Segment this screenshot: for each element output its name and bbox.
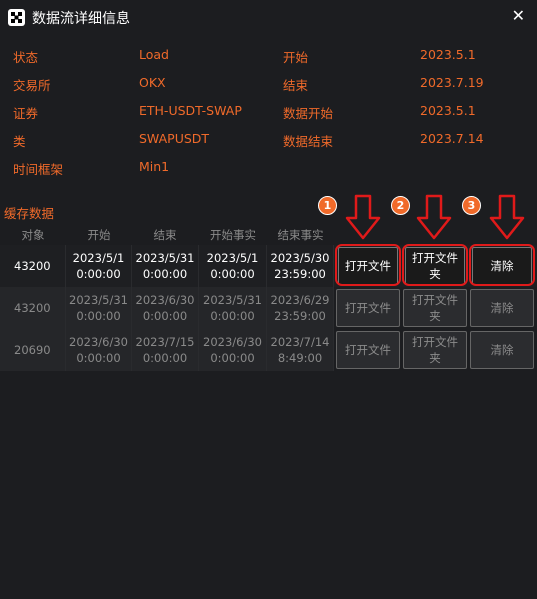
clear-button[interactable]: 清除: [470, 331, 534, 369]
column-header-end: 结束: [153, 228, 177, 242]
cell-start-fact: 2023/5/31 0:00:00: [199, 287, 267, 329]
open-file-button[interactable]: 打开文件: [338, 247, 398, 285]
table-row[interactable]: 43200 2023/5/1 0:00:00 2023/5/31 0:00:00…: [0, 245, 537, 287]
cell-end-fact: 2023/5/30 23:59:00: [267, 245, 334, 287]
end-value: 2023.7.19: [420, 75, 484, 90]
data-end-label: 数据结束: [283, 134, 334, 149]
column-header-start-fact: 开始事实: [210, 228, 256, 242]
open-folder-button[interactable]: 打开文件夹: [403, 289, 467, 327]
cell-start-fact: 2023/5/1 0:00:00: [199, 245, 267, 287]
title-bar: 数据流详细信息 ✕: [0, 0, 537, 34]
app-logo-icon: [8, 9, 25, 26]
column-header-end-fact: 结束事实: [277, 228, 324, 242]
data-end-value: 2023.7.14: [420, 131, 484, 146]
status-label: 状态: [13, 50, 39, 65]
window-title: 数据流详细信息: [32, 11, 130, 27]
cell-start-fact: 2023/6/30 0:00:00: [199, 329, 267, 371]
timeframe-label: 时间框架: [13, 162, 64, 177]
cell-end: 2023/5/31 0:00:00: [132, 245, 199, 287]
down-arrow-icon: [345, 194, 381, 240]
status-value: Load: [139, 47, 169, 62]
start-label: 开始: [283, 50, 309, 65]
step-badge-2: 2: [391, 196, 410, 215]
class-value: SWAPUSDT: [139, 131, 210, 146]
cell-end: 2023/6/30 0:00:00: [132, 287, 199, 329]
close-icon[interactable]: ✕: [512, 6, 525, 25]
cell-start: 2023/5/31 0:00:00: [66, 287, 132, 329]
open-file-button[interactable]: 打开文件: [336, 331, 400, 369]
security-value: ETH-USDT-SWAP: [139, 103, 242, 118]
exchange-value: OKX: [139, 75, 166, 90]
cell-end-fact: 2023/6/29 23:59:00: [267, 287, 334, 329]
table-row[interactable]: 20690 2023/6/30 0:00:00 2023/7/15 0:00:0…: [0, 329, 537, 371]
down-arrow-icon: [489, 194, 525, 240]
cell-object: 20690: [0, 329, 66, 371]
cell-start: 2023/5/1 0:00:00: [66, 245, 132, 287]
cell-end: 2023/7/15 0:00:00: [132, 329, 199, 371]
table-header: 对象 开始 结束 开始事实 结束事实: [0, 227, 537, 245]
open-folder-button[interactable]: 打开文件夹: [403, 331, 467, 369]
cell-start: 2023/6/30 0:00:00: [66, 329, 132, 371]
down-arrow-icon: [416, 194, 452, 240]
step-badge-1: 1: [318, 196, 337, 215]
open-file-button[interactable]: 打开文件: [336, 289, 400, 327]
end-label: 结束: [283, 78, 309, 93]
security-label: 证券: [13, 106, 39, 121]
start-value: 2023.5.1: [420, 47, 476, 62]
cache-data-title: 缓存数据: [4, 206, 55, 221]
cell-object: 43200: [0, 287, 66, 329]
timeframe-value: Min1: [139, 159, 170, 174]
column-header-object: 对象: [21, 228, 45, 242]
exchange-label: 交易所: [13, 78, 51, 93]
data-start-label: 数据开始: [283, 106, 334, 121]
cell-object: 43200: [0, 245, 66, 287]
cell-end-fact: 2023/7/14 8:49:00: [267, 329, 334, 371]
class-label: 类: [13, 134, 26, 149]
clear-button[interactable]: 清除: [472, 247, 532, 285]
step-badge-3: 3: [462, 196, 481, 215]
open-folder-button[interactable]: 打开文件夹: [405, 247, 465, 285]
data-start-value: 2023.5.1: [420, 103, 476, 118]
clear-button[interactable]: 清除: [470, 289, 534, 327]
table-row[interactable]: 43200 2023/5/31 0:00:00 2023/6/30 0:00:0…: [0, 287, 537, 329]
column-header-start: 开始: [87, 228, 111, 242]
